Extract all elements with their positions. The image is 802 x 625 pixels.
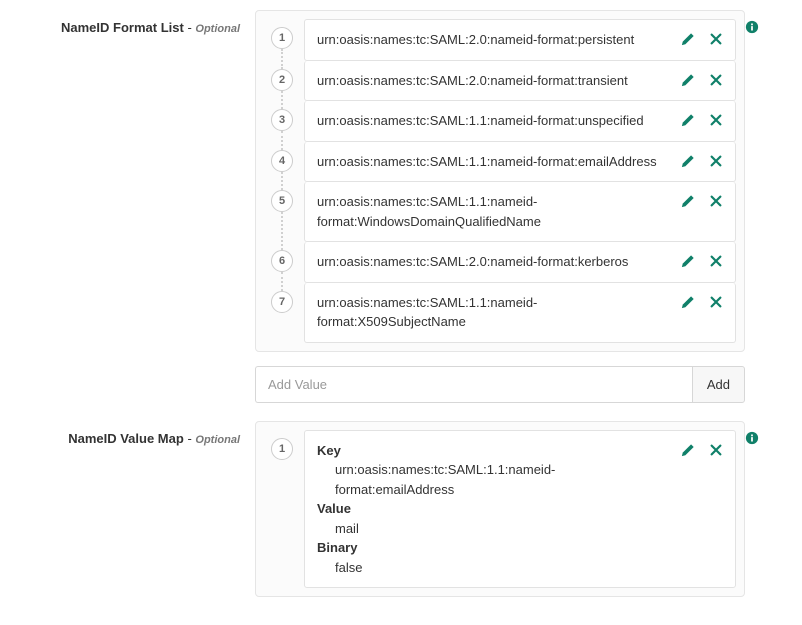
- delete-icon[interactable]: [709, 113, 723, 127]
- item-value: urn:oasis:names:tc:SAML:1.1:nameid-forma…: [317, 293, 673, 332]
- map-value-label: Value: [317, 499, 673, 519]
- label-text: NameID Value Map: [68, 431, 184, 446]
- index-badge: 3: [271, 109, 293, 131]
- add-value-button[interactable]: Add: [692, 366, 745, 403]
- delete-icon[interactable]: [709, 295, 723, 309]
- delete-icon[interactable]: [709, 254, 723, 268]
- optional-text: Optional: [195, 23, 240, 35]
- index-badge: 4: [271, 150, 293, 172]
- list-item: 2 urn:oasis:names:tc:SAML:2.0:nameid-for…: [264, 61, 736, 102]
- list-item: 7 urn:oasis:names:tc:SAML:1.1:nameid-for…: [264, 283, 736, 343]
- item-value: urn:oasis:names:tc:SAML:1.1:nameid-forma…: [317, 111, 673, 131]
- map-binary-value: false: [317, 558, 673, 578]
- edit-icon[interactable]: [681, 254, 695, 268]
- edit-icon[interactable]: [681, 443, 695, 457]
- list-item: 5 urn:oasis:names:tc:SAML:1.1:nameid-for…: [264, 182, 736, 242]
- map-key-label: Key: [317, 441, 673, 461]
- item-value: urn:oasis:names:tc:SAML:2.0:nameid-forma…: [317, 71, 673, 91]
- label-text: NameID Format List: [61, 20, 184, 35]
- map-binary-label: Binary: [317, 538, 673, 558]
- optional-text: Optional: [195, 434, 240, 446]
- nameid-value-map-label: NameID Value Map - Optional: [0, 421, 255, 446]
- delete-icon[interactable]: [709, 443, 723, 457]
- list-item: 3 urn:oasis:names:tc:SAML:1.1:nameid-for…: [264, 101, 736, 142]
- map-value-value: mail: [317, 519, 673, 539]
- edit-icon[interactable]: [681, 73, 695, 87]
- add-value-input[interactable]: [255, 366, 692, 403]
- list-item: 6 urn:oasis:names:tc:SAML:2.0:nameid-for…: [264, 242, 736, 283]
- nameid-value-map-section: NameID Value Map - Optional 1 Key urn:oa…: [0, 421, 802, 598]
- nameid-format-list-panel: 1 urn:oasis:names:tc:SAML:2.0:nameid-for…: [255, 10, 745, 352]
- edit-icon[interactable]: [681, 32, 695, 46]
- map-key-value: urn:oasis:names:tc:SAML:1.1:nameid-forma…: [317, 460, 673, 499]
- index-badge: 5: [271, 190, 293, 212]
- edit-icon[interactable]: [681, 295, 695, 309]
- index-badge: 1: [271, 27, 293, 49]
- item-value: urn:oasis:names:tc:SAML:2.0:nameid-forma…: [317, 252, 673, 272]
- delete-icon[interactable]: [709, 73, 723, 87]
- item-value: urn:oasis:names:tc:SAML:1.1:nameid-forma…: [317, 152, 673, 172]
- delete-icon[interactable]: [709, 154, 723, 168]
- delete-icon[interactable]: [709, 32, 723, 46]
- edit-icon[interactable]: [681, 154, 695, 168]
- nameid-format-list-label: NameID Format List - Optional: [0, 10, 255, 35]
- item-value: urn:oasis:names:tc:SAML:1.1:nameid-forma…: [317, 192, 673, 231]
- list-item: 4 urn:oasis:names:tc:SAML:1.1:nameid-for…: [264, 142, 736, 183]
- info-icon[interactable]: [745, 20, 785, 34]
- item-value: urn:oasis:names:tc:SAML:2.0:nameid-forma…: [317, 30, 673, 50]
- index-badge: 2: [271, 69, 293, 91]
- nameid-format-list-section: NameID Format List - Optional 1 urn:oasi…: [0, 10, 802, 403]
- add-value-row: Add: [255, 366, 745, 403]
- info-icon[interactable]: [745, 431, 785, 445]
- delete-icon[interactable]: [709, 194, 723, 208]
- nameid-value-map-panel: 1 Key urn:oasis:names:tc:SAML:1.1:nameid…: [255, 421, 745, 598]
- list-item: 1 urn:oasis:names:tc:SAML:2.0:nameid-for…: [264, 19, 736, 61]
- index-badge: 7: [271, 291, 293, 313]
- list-item: 1 Key urn:oasis:names:tc:SAML:1.1:nameid…: [264, 430, 736, 589]
- edit-icon[interactable]: [681, 194, 695, 208]
- edit-icon[interactable]: [681, 113, 695, 127]
- index-badge: 1: [271, 438, 293, 460]
- index-badge: 6: [271, 250, 293, 272]
